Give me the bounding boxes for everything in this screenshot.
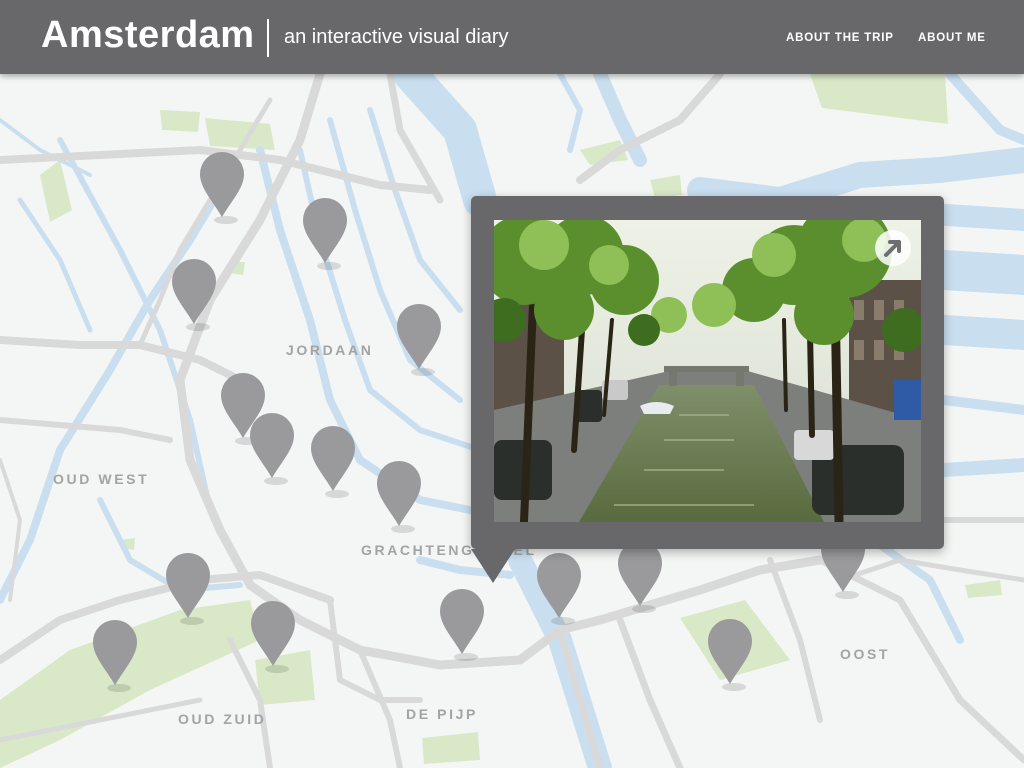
nav-about-the-trip[interactable]: ABOUT THE TRIP <box>786 32 894 44</box>
canal-photo[interactable] <box>494 220 921 522</box>
area-label-oost: OOST <box>840 646 891 662</box>
map-pin-shadow <box>186 323 210 331</box>
popup-pointer <box>471 549 515 583</box>
site-tagline: an interactive visual diary <box>284 26 509 48</box>
map-pin-shadow <box>325 490 349 498</box>
map-pin-shadow <box>317 262 341 270</box>
map-pin-shadow <box>391 525 415 533</box>
photo-popup <box>471 196 944 583</box>
map-pin-shadow <box>835 591 859 599</box>
nav-about-me[interactable]: ABOUT ME <box>918 32 986 44</box>
map-pin-shadow <box>632 605 656 613</box>
map-pin-shadow <box>180 617 204 625</box>
site-title[interactable]: Amsterdam <box>41 14 255 57</box>
expand-arrow-icon <box>884 240 901 257</box>
area-label-jordaan: JORDAAN <box>286 342 374 358</box>
expand-button[interactable] <box>875 230 911 266</box>
map-pin-shadow <box>454 653 478 661</box>
map-pin-shadow <box>722 683 746 691</box>
area-label-oud-west: OUD WEST <box>53 471 150 487</box>
area-label-oud-zuid: OUD ZUID <box>178 711 267 727</box>
map-pin-shadow <box>411 368 435 376</box>
area-label-de-pijp: DE PIJP <box>406 706 478 722</box>
app-header: Amsterdam an interactive visual diary AB… <box>0 0 1024 74</box>
map-pin-shadow <box>107 684 131 692</box>
title-divider <box>267 19 269 57</box>
map-pin-shadow <box>265 665 289 673</box>
map-pin-shadow <box>214 216 238 224</box>
map-pin-shadow <box>264 477 288 485</box>
map-pin-shadow <box>551 617 575 625</box>
